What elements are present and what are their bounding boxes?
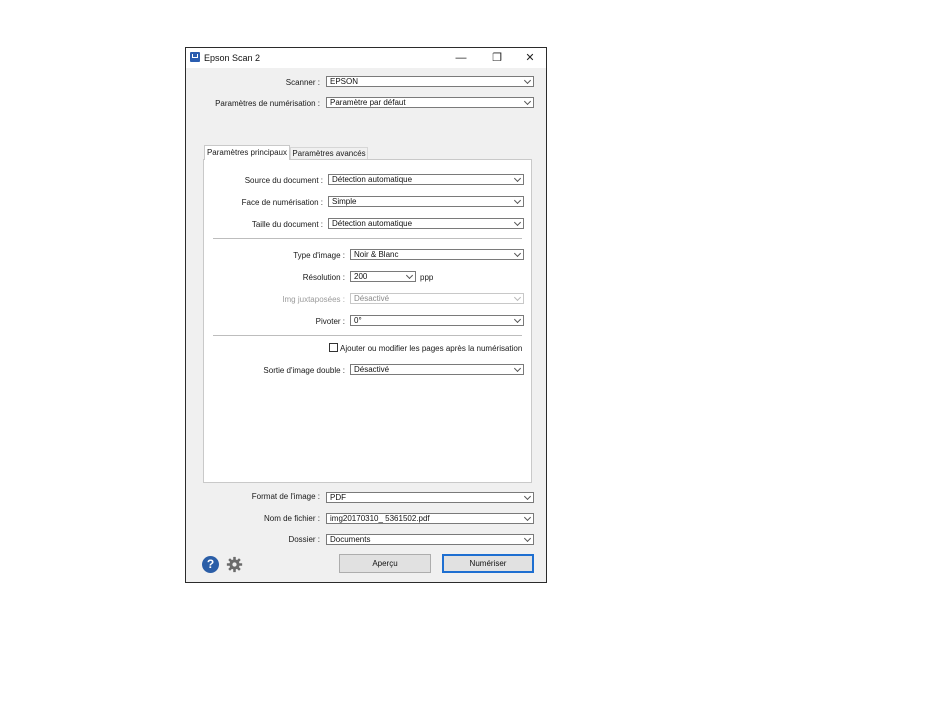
scan-settings-value: Paramètre par défaut — [330, 98, 406, 107]
stitch-images-value: Désactivé — [354, 294, 390, 303]
image-type-label: Type d'image : — [293, 251, 345, 260]
add-pages-label: Ajouter ou modifier les pages après la n… — [340, 344, 523, 353]
stitch-images-label: Img juxtaposées : — [282, 295, 345, 304]
resolution-unit: ppp — [420, 273, 434, 282]
scanner-value: EPSON — [330, 77, 359, 86]
window-title: Epson Scan 2 — [204, 53, 261, 63]
chevron-down-icon — [513, 249, 522, 258]
chevron-down-icon — [405, 271, 414, 280]
resolution-label: Résolution : — [302, 273, 345, 282]
add-pages-checkbox[interactable] — [329, 343, 338, 352]
resolution-value: 200 — [354, 272, 368, 281]
file-name-select[interactable]: img20170310_ 5361502.pdf — [326, 513, 534, 524]
scan-settings-label: Paramètres de numérisation : — [215, 99, 320, 108]
tab-main-settings[interactable]: Paramètres principaux — [204, 145, 290, 160]
chevron-down-icon — [523, 97, 532, 106]
image-format-label: Format de l'image : — [251, 492, 320, 501]
double-feed-select[interactable]: Désactivé — [350, 364, 524, 375]
scan-settings-select[interactable]: Paramètre par défaut — [326, 97, 534, 108]
chevron-down-icon — [513, 293, 522, 302]
chevron-down-icon — [523, 76, 532, 85]
scan-button[interactable]: Numériser — [442, 554, 534, 573]
chevron-down-icon — [513, 364, 522, 373]
main-settings-panel: Source du document : Détection automatiq… — [203, 159, 532, 483]
scan-side-select[interactable]: Simple — [328, 196, 524, 207]
gear-icon[interactable] — [226, 556, 243, 573]
minimize-button[interactable]: — — [448, 49, 474, 67]
scanner-label: Scanner : — [285, 78, 320, 87]
folder-value: Documents — [330, 535, 371, 544]
epson-scan-window: Epson Scan 2 — ❐ ✕ Scanner : EPSON Param… — [185, 47, 547, 583]
file-name-value: img20170310_ 5361502.pdf — [330, 514, 430, 523]
scan-side-label: Face de numérisation : — [241, 198, 323, 207]
close-button[interactable]: ✕ — [517, 49, 543, 67]
restore-button[interactable]: ❐ — [484, 49, 510, 67]
title-bar: Epson Scan 2 — ❐ ✕ — [186, 48, 546, 68]
chevron-down-icon — [523, 534, 532, 543]
image-type-select[interactable]: Noir & Blanc — [350, 249, 524, 260]
chevron-down-icon — [513, 196, 522, 205]
document-source-select[interactable]: Détection automatique — [328, 174, 524, 185]
preview-button[interactable]: Aperçu — [339, 554, 431, 573]
rotate-select[interactable]: 0° — [350, 315, 524, 326]
document-size-label: Taille du document : — [251, 220, 323, 229]
folder-label: Dossier : — [288, 535, 320, 544]
help-icon[interactable]: ? — [202, 556, 219, 573]
rotate-value: 0° — [354, 316, 362, 325]
document-source-value: Détection automatique — [332, 175, 413, 184]
chevron-down-icon — [523, 492, 532, 501]
image-format-value: PDF — [330, 493, 346, 502]
rotate-label: Pivoter : — [315, 317, 345, 326]
scan-side-value: Simple — [332, 197, 357, 206]
tab-advanced-settings[interactable]: Paramètres avancés — [290, 147, 368, 159]
document-source-label: Source du document : — [244, 176, 323, 185]
section-divider — [213, 238, 522, 239]
chevron-down-icon — [513, 218, 522, 227]
file-name-label: Nom de fichier : — [263, 514, 320, 523]
document-size-select[interactable]: Détection automatique — [328, 218, 524, 229]
double-feed-value: Désactivé — [354, 365, 390, 374]
stitch-images-select: Désactivé — [350, 293, 524, 304]
document-size-value: Détection automatique — [332, 219, 413, 228]
scanner-select[interactable]: EPSON — [326, 76, 534, 87]
double-feed-label: Sortie d'image double : — [263, 366, 345, 375]
chevron-down-icon — [523, 513, 532, 522]
folder-select[interactable]: Documents — [326, 534, 534, 545]
chevron-down-icon — [513, 315, 522, 324]
resolution-select[interactable]: 200 — [350, 271, 416, 282]
image-format-select[interactable]: PDF — [326, 492, 534, 503]
image-type-value: Noir & Blanc — [354, 250, 399, 259]
section-divider — [213, 335, 522, 336]
epson-scan-app-icon — [190, 52, 200, 62]
chevron-down-icon — [513, 174, 522, 183]
